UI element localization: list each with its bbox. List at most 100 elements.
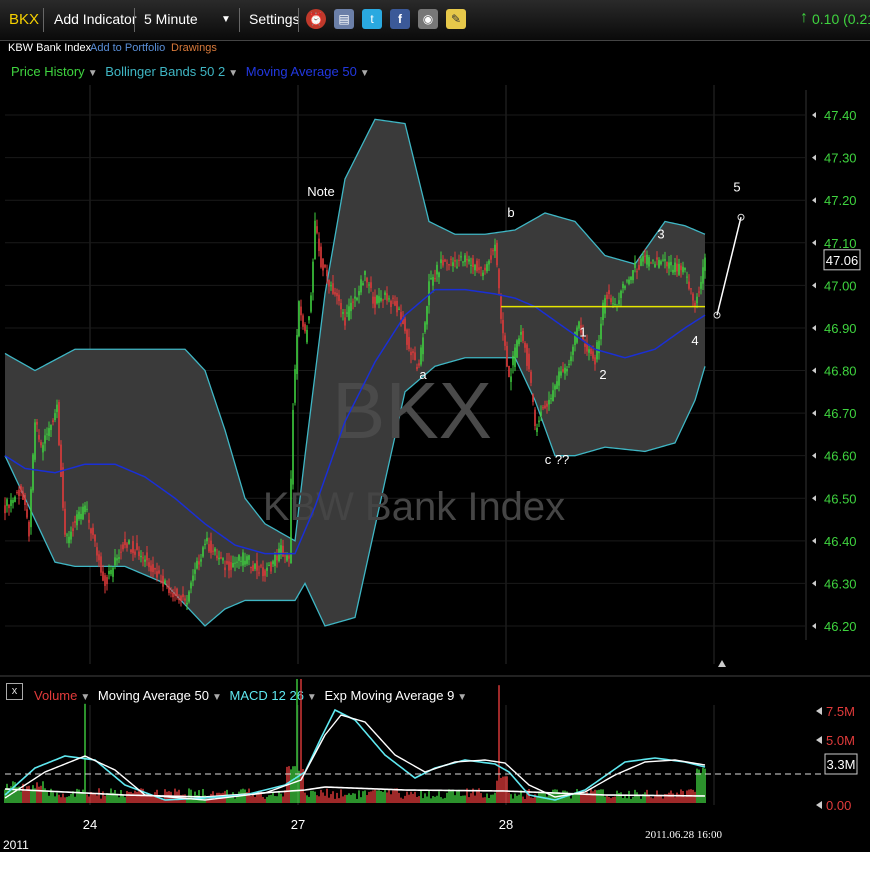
- candle-body: [196, 560, 198, 569]
- candle-body: [122, 544, 124, 550]
- tick-marker-icon: [812, 324, 816, 331]
- volume-bar: [630, 798, 632, 803]
- volume-bar: [702, 767, 704, 803]
- candle-body: [120, 551, 122, 553]
- candle-body: [126, 543, 128, 548]
- candle-body: [682, 266, 684, 273]
- candle-body: [408, 337, 410, 349]
- volume-bar: [698, 769, 700, 803]
- candle-body: [424, 322, 426, 332]
- volume-bar: [254, 796, 256, 803]
- volume-bar: [392, 790, 394, 803]
- candle-body: [306, 329, 308, 343]
- volume-bar: [336, 792, 338, 803]
- candle-body: [50, 424, 52, 431]
- volume-bar: [468, 797, 470, 803]
- candle-body: [194, 569, 196, 574]
- candle-body: [548, 399, 550, 405]
- candle-body: [526, 344, 528, 366]
- projection-line: [716, 217, 742, 316]
- candle-body: [68, 536, 70, 544]
- year-label: 2011: [3, 838, 29, 852]
- candle-body: [66, 534, 68, 536]
- candle-body: [678, 263, 680, 275]
- candle-body: [204, 543, 206, 546]
- candle-body: [552, 390, 554, 402]
- candle-body: [180, 596, 182, 602]
- candle-body: [454, 259, 456, 262]
- candle-body: [236, 561, 238, 563]
- candle-body: [292, 409, 294, 485]
- volume-bar: [4, 789, 6, 803]
- candle-body: [72, 528, 74, 532]
- candle-body: [156, 571, 158, 578]
- volume-bar: [686, 790, 688, 803]
- candle-body: [668, 262, 670, 269]
- candle-body: [48, 428, 50, 436]
- candle-body: [16, 492, 18, 494]
- price-chart[interactable]: BKXKBW Bank IndexNotebac ??1234546.2046.…: [0, 0, 870, 877]
- volume-bar: [88, 796, 90, 803]
- volume-bar: [86, 794, 88, 803]
- candle-body: [378, 296, 380, 303]
- candle-body: [504, 335, 506, 346]
- volume-bar: [648, 795, 650, 803]
- ema-signal-line: [4, 714, 706, 801]
- volume-bar: [358, 790, 360, 803]
- price-tick-label: 47.00: [824, 278, 857, 293]
- candle-body: [102, 571, 104, 581]
- wave-annotation: c ??: [545, 452, 570, 467]
- volume-bar: [48, 795, 50, 803]
- candle-body: [358, 291, 360, 296]
- volume-bar: [244, 789, 246, 803]
- volume-bar: [700, 772, 702, 803]
- candle-body: [522, 331, 524, 341]
- candle-body: [618, 300, 620, 305]
- candle-body: [550, 398, 552, 400]
- candle-body: [588, 349, 590, 353]
- volume-bar: [522, 796, 524, 803]
- tick-marker-icon: [816, 707, 822, 715]
- candle-body: [350, 302, 352, 312]
- volume-bar: [626, 798, 628, 803]
- volume-bar: [682, 790, 684, 803]
- candle-body: [46, 433, 48, 435]
- volume-bar: [116, 794, 118, 803]
- candle-body: [246, 556, 248, 564]
- candle-body: [338, 294, 340, 301]
- candle-body: [574, 331, 576, 345]
- candle-body: [190, 582, 192, 589]
- volume-bar: [74, 796, 76, 803]
- volume-bar: [662, 798, 664, 803]
- volume-bar: [408, 794, 410, 803]
- volume-bar: [122, 795, 124, 803]
- candle-body: [314, 220, 316, 260]
- candle-body: [114, 557, 116, 566]
- candle-body: [104, 575, 106, 586]
- candle-body: [238, 555, 240, 561]
- candle-body: [354, 296, 356, 299]
- candle-body: [146, 552, 148, 561]
- candle-body: [622, 283, 624, 289]
- volume-bar: [352, 793, 354, 803]
- volume-bar: [82, 789, 84, 803]
- candle-body: [514, 347, 516, 367]
- candle-body: [340, 302, 342, 310]
- candle-body: [474, 264, 476, 271]
- candle-body: [234, 562, 236, 564]
- candle-body: [6, 499, 8, 506]
- candle-body: [270, 562, 272, 572]
- volume-bar: [684, 796, 686, 803]
- volume-bar: [334, 798, 336, 803]
- candle-body: [414, 352, 416, 361]
- volume-bar: [594, 789, 596, 803]
- candle-body: [380, 297, 382, 301]
- volume-bar: [610, 798, 612, 803]
- volume-bar: [624, 795, 626, 803]
- tick-marker-icon: [812, 154, 816, 161]
- volume-bar: [26, 786, 28, 803]
- volume-bar: [486, 793, 488, 803]
- candle-body: [24, 494, 26, 506]
- candle-body: [464, 255, 466, 263]
- price-tick-label: 46.20: [824, 619, 857, 634]
